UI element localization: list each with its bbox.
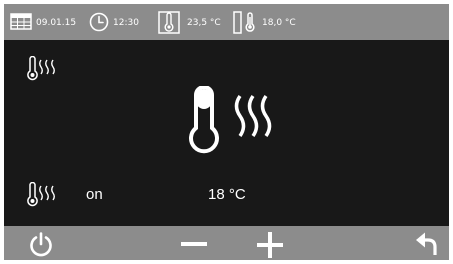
- heating-mode-icon: [27, 182, 55, 207]
- status-time: 12:30: [113, 18, 139, 28]
- heating-state: on: [86, 186, 103, 203]
- status-outdoor-temperature: 23,5 °C: [187, 18, 221, 28]
- power-icon: [30, 232, 52, 257]
- thermometer-heat-icon: [27, 56, 55, 81]
- setpoint-temperature: 18 °C: [208, 186, 246, 203]
- thermometer-heat-icon: [189, 86, 272, 154]
- status-bar: 09.01.15 12:30 23,5 °C 18,0 °C: [4, 4, 449, 40]
- back-arrow-icon: [416, 232, 437, 255]
- window-thermometer-icon: [233, 11, 255, 34]
- clock-icon: [89, 12, 109, 32]
- thermostat-screen: 09.01.15 12:30 23,5 °C 18,0 °C on 18 °C: [4, 4, 449, 260]
- back-button[interactable]: [412, 230, 442, 258]
- status-indoor-temperature: 18,0 °C: [262, 18, 296, 28]
- status-date: 09.01.15: [36, 18, 77, 28]
- calendar-icon: [10, 13, 32, 30]
- minus-icon: [181, 242, 207, 246]
- plus-icon: [257, 232, 283, 258]
- action-bar: [4, 226, 449, 260]
- decrease-temperature-button[interactable]: [178, 230, 210, 258]
- increase-temperature-button[interactable]: [254, 230, 286, 260]
- power-button[interactable]: [26, 230, 56, 258]
- thermometer-icon: [158, 11, 180, 34]
